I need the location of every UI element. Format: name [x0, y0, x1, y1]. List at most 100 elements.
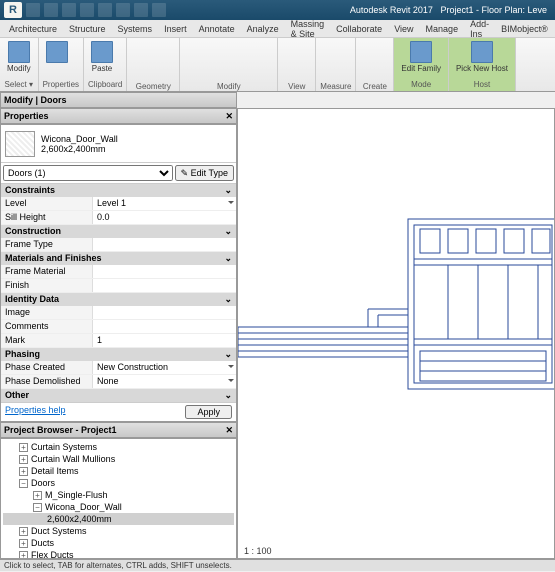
- ribbon-tool-icon[interactable]: [375, 68, 388, 81]
- tree-item[interactable]: +Flex Ducts: [3, 549, 234, 559]
- property-row[interactable]: Mark1: [1, 334, 236, 348]
- type-selector[interactable]: Wicona_Door_Wall 2,600x2,400mm: [1, 125, 236, 163]
- ribbon-tool-icon[interactable]: [244, 40, 257, 53]
- ribbon-tool-icon[interactable]: [214, 40, 227, 53]
- ribbon-tool-icon[interactable]: [229, 68, 242, 81]
- ribbon-tool-icon[interactable]: [360, 54, 373, 67]
- property-category[interactable]: Materials and Finishes⌄: [1, 252, 236, 265]
- tab-view[interactable]: View: [389, 22, 418, 36]
- tree-expand-icon[interactable]: +: [19, 455, 28, 464]
- tree-item[interactable]: +Detail Items: [3, 465, 234, 477]
- tab-massing-site[interactable]: Massing & Site: [286, 17, 330, 41]
- tree-item[interactable]: −Doors: [3, 477, 234, 489]
- ribbon-tool-icon[interactable]: [282, 68, 295, 81]
- ribbon-tool-icon[interactable]: [320, 54, 333, 67]
- tab-systems[interactable]: Systems: [113, 22, 158, 36]
- tree-item[interactable]: +Curtain Wall Mullions: [3, 453, 234, 465]
- qat-open-icon[interactable]: [26, 3, 40, 17]
- ribbon-tool-icon[interactable]: [184, 68, 197, 81]
- ribbon-button[interactable]: Edit Family: [398, 40, 444, 74]
- ribbon-tool-icon[interactable]: [259, 54, 272, 67]
- ribbon-tool-icon[interactable]: [297, 40, 310, 53]
- property-value[interactable]: [93, 265, 236, 278]
- tab-structure[interactable]: Structure: [64, 22, 111, 36]
- tab-add-ins[interactable]: Add-Ins: [465, 17, 494, 41]
- property-value[interactable]: [93, 306, 236, 319]
- property-value[interactable]: New Construction: [93, 361, 236, 374]
- tree-item[interactable]: +Curtain Systems: [3, 441, 234, 453]
- ribbon-tool-icon[interactable]: [297, 54, 310, 67]
- tree-expand-icon[interactable]: +: [19, 539, 28, 548]
- ribbon-tool-icon[interactable]: [161, 68, 174, 81]
- property-row[interactable]: Image: [1, 306, 236, 320]
- tree-expand-icon[interactable]: +: [19, 467, 28, 476]
- tree-item[interactable]: +Ducts: [3, 537, 234, 549]
- qat-redo-icon[interactable]: [80, 3, 94, 17]
- property-category[interactable]: Construction⌄: [1, 225, 236, 238]
- tab-annotate[interactable]: Annotate: [194, 22, 240, 36]
- tab-bimobject-[interactable]: BIMobject®: [496, 22, 553, 36]
- tree-item[interactable]: −Wicona_Door_Wall: [3, 501, 234, 513]
- property-value[interactable]: 1: [93, 334, 236, 347]
- property-value[interactable]: None: [93, 375, 236, 388]
- ribbon-tool-icon[interactable]: [375, 40, 388, 53]
- ribbon-tool-icon[interactable]: [282, 54, 295, 67]
- ribbon-tool-icon[interactable]: [146, 40, 159, 53]
- ribbon-tool-icon[interactable]: [199, 40, 212, 53]
- qat-save-icon[interactable]: [44, 3, 58, 17]
- ribbon-tool-icon[interactable]: [282, 40, 295, 53]
- apply-button[interactable]: Apply: [185, 405, 232, 419]
- property-category[interactable]: Identity Data⌄: [1, 293, 236, 306]
- ribbon-tool-icon[interactable]: [199, 54, 212, 67]
- property-value[interactable]: 0.0: [93, 211, 236, 224]
- edit-type-button[interactable]: ✎ Edit Type: [175, 165, 234, 181]
- ribbon-button[interactable]: Paste: [88, 40, 116, 74]
- qat-btn[interactable]: [152, 3, 166, 17]
- ribbon-tool-icon[interactable]: [259, 68, 272, 81]
- tree-item[interactable]: 2,600x2,400mm: [3, 513, 234, 525]
- tree-expand-icon[interactable]: −: [19, 479, 28, 488]
- tab-collaborate[interactable]: Collaborate: [331, 22, 387, 36]
- drawing-canvas[interactable]: 1 : 100: [237, 108, 555, 559]
- ribbon-tool-icon[interactable]: [229, 54, 242, 67]
- property-category[interactable]: Phasing⌄: [1, 348, 236, 361]
- ribbon-tool-icon[interactable]: [320, 40, 333, 53]
- tree-expand-icon[interactable]: +: [33, 491, 42, 500]
- ribbon-button[interactable]: Pick New Host: [453, 40, 511, 74]
- ribbon-button[interactable]: Modify: [4, 40, 34, 74]
- ribbon-tool-icon[interactable]: [335, 68, 348, 81]
- property-value[interactable]: [93, 238, 236, 251]
- property-row[interactable]: Phase CreatedNew Construction: [1, 361, 236, 375]
- ribbon-tool-icon[interactable]: [161, 40, 174, 53]
- ribbon-button[interactable]: [43, 40, 71, 64]
- tab-manage[interactable]: Manage: [421, 22, 464, 36]
- qat-undo-icon[interactable]: [62, 3, 76, 17]
- ribbon-tool-icon[interactable]: [131, 54, 144, 67]
- ribbon-tool-icon[interactable]: [244, 54, 257, 67]
- ribbon-tool-icon[interactable]: [335, 40, 348, 53]
- ribbon-tool-icon[interactable]: [131, 40, 144, 53]
- ribbon-tool-icon[interactable]: [214, 68, 227, 81]
- property-row[interactable]: LevelLevel 1: [1, 197, 236, 211]
- ribbon-tool-icon[interactable]: [161, 54, 174, 67]
- ribbon-tool-icon[interactable]: [184, 54, 197, 67]
- tree-expand-icon[interactable]: −: [33, 503, 42, 512]
- property-row[interactable]: Frame Type: [1, 238, 236, 252]
- tree-expand-icon[interactable]: +: [19, 527, 28, 536]
- close-icon[interactable]: ✕: [225, 425, 233, 436]
- property-category[interactable]: Other⌄: [1, 389, 236, 402]
- property-row[interactable]: Comments: [1, 320, 236, 334]
- ribbon-tool-icon[interactable]: [375, 54, 388, 67]
- ribbon-tool-icon[interactable]: [131, 68, 144, 81]
- ribbon-tool-icon[interactable]: [244, 68, 257, 81]
- property-row[interactable]: Phase DemolishedNone: [1, 375, 236, 389]
- qat-print-icon[interactable]: [98, 3, 112, 17]
- ribbon-tool-icon[interactable]: [259, 40, 272, 53]
- property-row[interactable]: Sill Height0.0: [1, 211, 236, 225]
- tab-insert[interactable]: Insert: [159, 22, 192, 36]
- property-value[interactable]: [93, 320, 236, 333]
- ribbon-tool-icon[interactable]: [184, 40, 197, 53]
- close-icon[interactable]: ✕: [225, 111, 233, 122]
- properties-help-link[interactable]: Properties help: [5, 405, 66, 419]
- ribbon-tool-icon[interactable]: [199, 68, 212, 81]
